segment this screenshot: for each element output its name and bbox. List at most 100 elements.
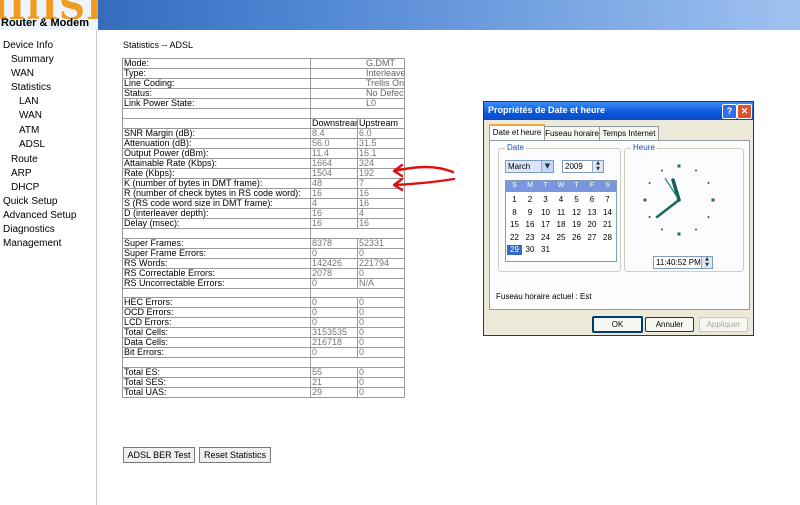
upstream-value: 0 <box>357 367 405 379</box>
spacer-row <box>122 357 405 369</box>
calendar-day[interactable]: 27 <box>585 233 600 243</box>
downstream-value: 56.0 <box>310 137 358 149</box>
stat-label: OCD Errors: <box>122 307 311 319</box>
calendar-day[interactable]: 13 <box>585 208 600 218</box>
calendar-day[interactable]: 23 <box>523 233 538 243</box>
calendar-day[interactable]: 19 <box>569 220 584 230</box>
calendar-day[interactable]: 8 <box>507 208 522 218</box>
calendar-day[interactable]: 22 <box>507 233 522 243</box>
month-calendar: SMTWTFS 1 2 3 4 5 6 7 8 9 10 11 12 13 14 15 16 17 18 19 20 2… <box>505 180 617 262</box>
tab-time-zone[interactable]: Fuseau horaire <box>544 126 600 141</box>
year-value: 2009 <box>565 162 583 171</box>
calendar-day[interactable]: 16 <box>523 220 538 230</box>
time-field[interactable]: 11:40:52 PM ▲ ▼ <box>653 256 713 269</box>
nav-diagnostics[interactable]: Diagnostics <box>3 224 55 235</box>
nav-device-info[interactable]: Device Info <box>3 40 53 51</box>
stats-row: Link Power State: L0 <box>122 98 405 109</box>
spin-arrows-icon[interactable]: ▲ ▼ <box>701 256 712 268</box>
nav-wan[interactable]: WAN <box>11 68 34 79</box>
calendar-day[interactable]: 10 <box>538 208 553 218</box>
stat-label: HEC Errors: <box>122 297 311 309</box>
cancel-button[interactable]: Annuler <box>645 317 694 332</box>
calendar-day[interactable]: 20 <box>585 220 600 230</box>
nav-route[interactable]: Route <box>11 154 38 165</box>
upstream-value: 0 <box>357 267 405 279</box>
downstream-value: 2078 <box>310 267 358 279</box>
calendar-day[interactable]: 14 <box>600 208 615 218</box>
nav-stats-wan[interactable]: WAN <box>19 110 42 121</box>
calendar-day[interactable]: 31 <box>538 245 553 255</box>
calendar-day[interactable]: 9 <box>523 208 538 218</box>
reset-statistics-button[interactable]: Reset Statistics <box>199 447 271 463</box>
nav-dhcp[interactable]: DHCP <box>11 182 39 193</box>
nav-quick-setup[interactable]: Quick Setup <box>3 196 57 207</box>
tab-internet-time[interactable]: Temps Internet <box>599 126 659 141</box>
dialog-titlebar[interactable]: Propriétés de Date et heure ? ✕ <box>484 102 753 120</box>
calendar-day-selected[interactable]: 29 <box>507 245 522 255</box>
clock-hour-mark <box>695 169 697 172</box>
nav-stats-lan[interactable]: LAN <box>19 96 38 107</box>
calendar-day[interactable]: 6 <box>585 195 600 205</box>
upstream-value: 0 <box>357 337 405 349</box>
stat-label: Data Cells: <box>122 337 311 349</box>
help-button[interactable]: ? <box>722 104 737 119</box>
calendar-day[interactable]: 2 <box>523 195 538 205</box>
stat-label: D (interleaver depth): <box>122 207 311 219</box>
month-value: March <box>508 162 531 171</box>
ok-button[interactable]: OK <box>592 316 643 333</box>
current-timezone-label: Fuseau horaire actuel : Est <box>496 292 592 301</box>
calendar-day[interactable]: 7 <box>600 195 615 205</box>
nav-arp[interactable]: ARP <box>11 168 32 179</box>
upstream-value: 52331 <box>357 237 405 249</box>
calendar-day[interactable]: 28 <box>600 233 615 243</box>
weekday-label: T <box>543 182 548 189</box>
clock-center <box>677 198 681 202</box>
upstream-value: 0 <box>357 247 405 259</box>
year-stepper[interactable]: 2009 ▲ ▼ <box>562 160 604 173</box>
calendar-day[interactable]: 25 <box>554 233 569 243</box>
annotation-arrows <box>392 163 456 192</box>
chevron-down-icon[interactable]: ▼ <box>541 161 553 172</box>
calendar-day[interactable]: 17 <box>538 220 553 230</box>
calendar-day[interactable]: 18 <box>554 220 569 230</box>
calendar-day[interactable]: 24 <box>538 233 553 243</box>
calendar-day[interactable]: 5 <box>569 195 584 205</box>
calendar-day[interactable]: 26 <box>569 233 584 243</box>
upstream-value: 0 <box>357 387 405 399</box>
downstream-value: 0 <box>310 317 358 329</box>
calendar-day[interactable]: 21 <box>600 220 615 230</box>
stat-value: Trellis On <box>310 78 405 89</box>
calendar-day[interactable]: 1 <box>507 195 522 205</box>
close-button[interactable]: ✕ <box>737 104 752 119</box>
stat-value: G.DMT <box>310 58 405 69</box>
calendar-day[interactable]: 3 <box>538 195 553 205</box>
apply-button[interactable]: Appliquer <box>699 317 748 332</box>
nav-statistics[interactable]: Statistics <box>11 82 51 93</box>
calendar-day[interactable]: 11 <box>554 208 569 218</box>
nav-management[interactable]: Management <box>3 238 61 249</box>
calendar-day[interactable]: 30 <box>523 245 538 255</box>
router-logo: lIlISL Router & Modem <box>0 0 98 30</box>
upstream-value: 0 <box>357 377 405 389</box>
calendar-day[interactable]: 4 <box>554 195 569 205</box>
stats-row: Total UAS: 29 0 <box>122 387 405 399</box>
stat-label: Super Frame Errors: <box>122 247 311 259</box>
time-value: 11:40:52 PM <box>656 258 701 267</box>
time-group-label: Heure <box>631 143 657 152</box>
stat-label: Attenuation (dB): <box>122 137 311 149</box>
calendar-day[interactable]: 12 <box>569 208 584 218</box>
month-select[interactable]: March ▼ <box>505 160 554 173</box>
nav-stats-adsl[interactable]: ADSL <box>19 139 45 150</box>
spin-arrows-icon[interactable]: ▲ ▼ <box>592 160 603 172</box>
calendar-day[interactable]: 15 <box>507 220 522 230</box>
adsl-ber-test-button[interactable]: ADSL BER Test <box>123 447 195 463</box>
nav-advanced-setup[interactable]: Advanced Setup <box>3 210 76 221</box>
upstream-value: 16.1 <box>357 147 405 159</box>
stats-row: Attenuation (dB): 56.0 31.5 <box>122 137 405 149</box>
clock-hour-mark <box>707 182 710 184</box>
downstream-value: 11.4 <box>310 147 358 159</box>
stats-row: Line Coding: Trellis On <box>122 78 405 89</box>
nav-stats-atm[interactable]: ATM <box>19 125 39 136</box>
nav-summary[interactable]: Summary <box>11 54 54 65</box>
upstream-value: 0 <box>357 297 405 309</box>
